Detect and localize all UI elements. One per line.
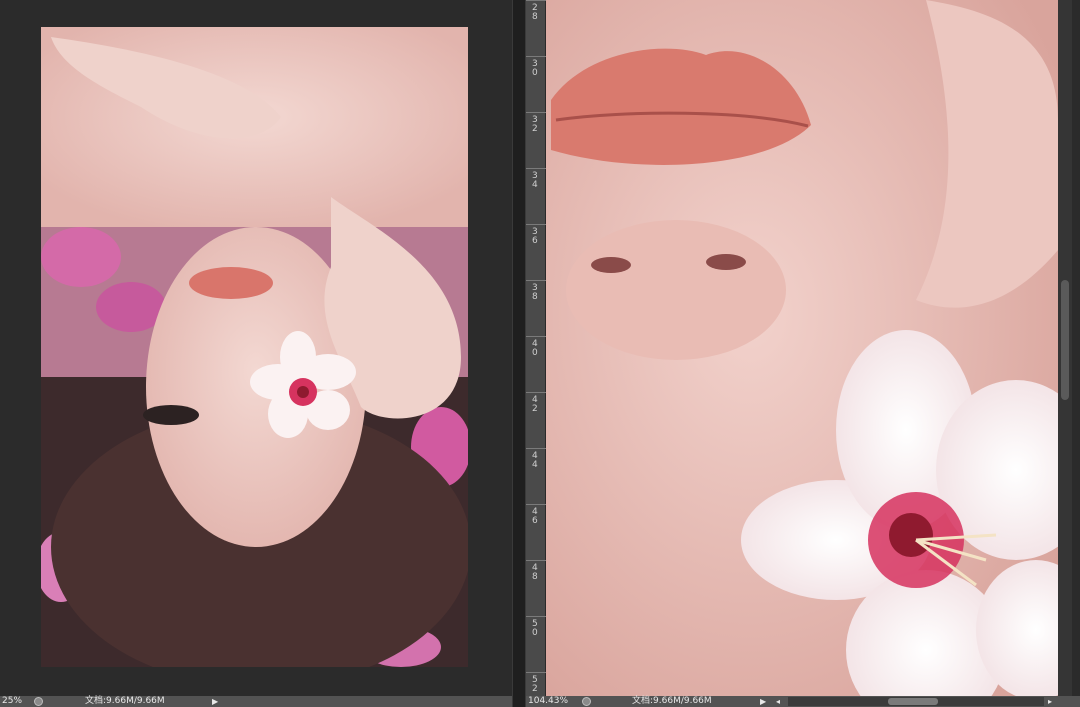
ruler-tick: 38 bbox=[526, 280, 546, 336]
ruler-tick-label: 34 bbox=[532, 171, 538, 190]
left-status-bar: 25% 文档:9.66M/9.66M ▶ bbox=[0, 696, 512, 707]
document-size-info[interactable]: 文档:9.66M/9.66M bbox=[85, 696, 165, 707]
ruler-tick-label: 30 bbox=[532, 59, 538, 78]
zoom-level[interactable]: 25% bbox=[2, 696, 22, 707]
ruler-tick-label: 50 bbox=[532, 619, 538, 638]
scroll-left-icon[interactable]: ◂ bbox=[776, 696, 780, 707]
document-size-info[interactable]: 文档:9.66M/9.66M bbox=[632, 696, 712, 707]
ruler-tick-label: 40 bbox=[532, 339, 538, 358]
play-arrow-icon[interactable]: ▶ bbox=[760, 696, 766, 707]
ruler-tick: 36 bbox=[526, 224, 546, 280]
pane-divider[interactable] bbox=[512, 0, 526, 707]
ruler-tick-label: 28 bbox=[532, 3, 538, 22]
portrait-illustration bbox=[41, 27, 468, 667]
ruler-tick: 48 bbox=[526, 560, 546, 616]
ruler-tick: 34 bbox=[526, 168, 546, 224]
ruler-tick: 50 bbox=[526, 616, 546, 672]
scroll-right-icon[interactable]: ▸ bbox=[1048, 696, 1052, 707]
ruler-tick-label: 44 bbox=[532, 451, 538, 470]
ruler-tick: 30 bbox=[526, 56, 546, 112]
ruler-tick-label: 46 bbox=[532, 507, 538, 526]
portrait-photo-zoomed-out[interactable] bbox=[41, 27, 468, 667]
portrait-photo-zoomed-in[interactable] bbox=[546, 0, 1058, 696]
play-arrow-icon[interactable]: ▶ bbox=[212, 696, 218, 707]
ruler-tick: 44 bbox=[526, 448, 546, 504]
vertical-ruler[interactable]: 28 30 32 34 36 38 40 42 44 46 48 50 52 bbox=[526, 0, 546, 696]
closeup-illustration bbox=[546, 0, 1058, 696]
ruler-tick: 28 bbox=[526, 0, 546, 56]
document-status-icon[interactable] bbox=[582, 697, 591, 706]
ruler-tick: 32 bbox=[526, 112, 546, 168]
ruler-tick-label: 42 bbox=[532, 395, 538, 414]
vertical-scrollbar[interactable] bbox=[1058, 0, 1072, 696]
ruler-tick-label: 38 bbox=[532, 283, 538, 302]
vertical-scroll-thumb[interactable] bbox=[1061, 280, 1069, 400]
ruler-tick: 46 bbox=[526, 504, 546, 560]
horizontal-scrollbar[interactable] bbox=[788, 697, 1044, 706]
ruler-tick-label: 48 bbox=[532, 563, 538, 582]
right-document-window[interactable]: 28 30 32 34 36 38 40 42 44 46 48 50 52 1… bbox=[526, 0, 1080, 707]
horizontal-scroll-thumb[interactable] bbox=[888, 698, 938, 705]
document-status-icon[interactable] bbox=[34, 697, 43, 706]
ruler-tick: 40 bbox=[526, 336, 546, 392]
zoom-level[interactable]: 104.43% bbox=[528, 696, 568, 707]
ruler-tick-label: 36 bbox=[532, 227, 538, 246]
right-status-bar: 104.43% 文档:9.66M/9.66M ▶ ◂ ▸ bbox=[526, 696, 1080, 707]
ruler-tick-label: 32 bbox=[532, 115, 538, 134]
left-document-window[interactable]: 25% 文档:9.66M/9.66M ▶ bbox=[0, 0, 512, 707]
ruler-tick: 42 bbox=[526, 392, 546, 448]
ruler-tick-label: 52 bbox=[532, 675, 538, 694]
